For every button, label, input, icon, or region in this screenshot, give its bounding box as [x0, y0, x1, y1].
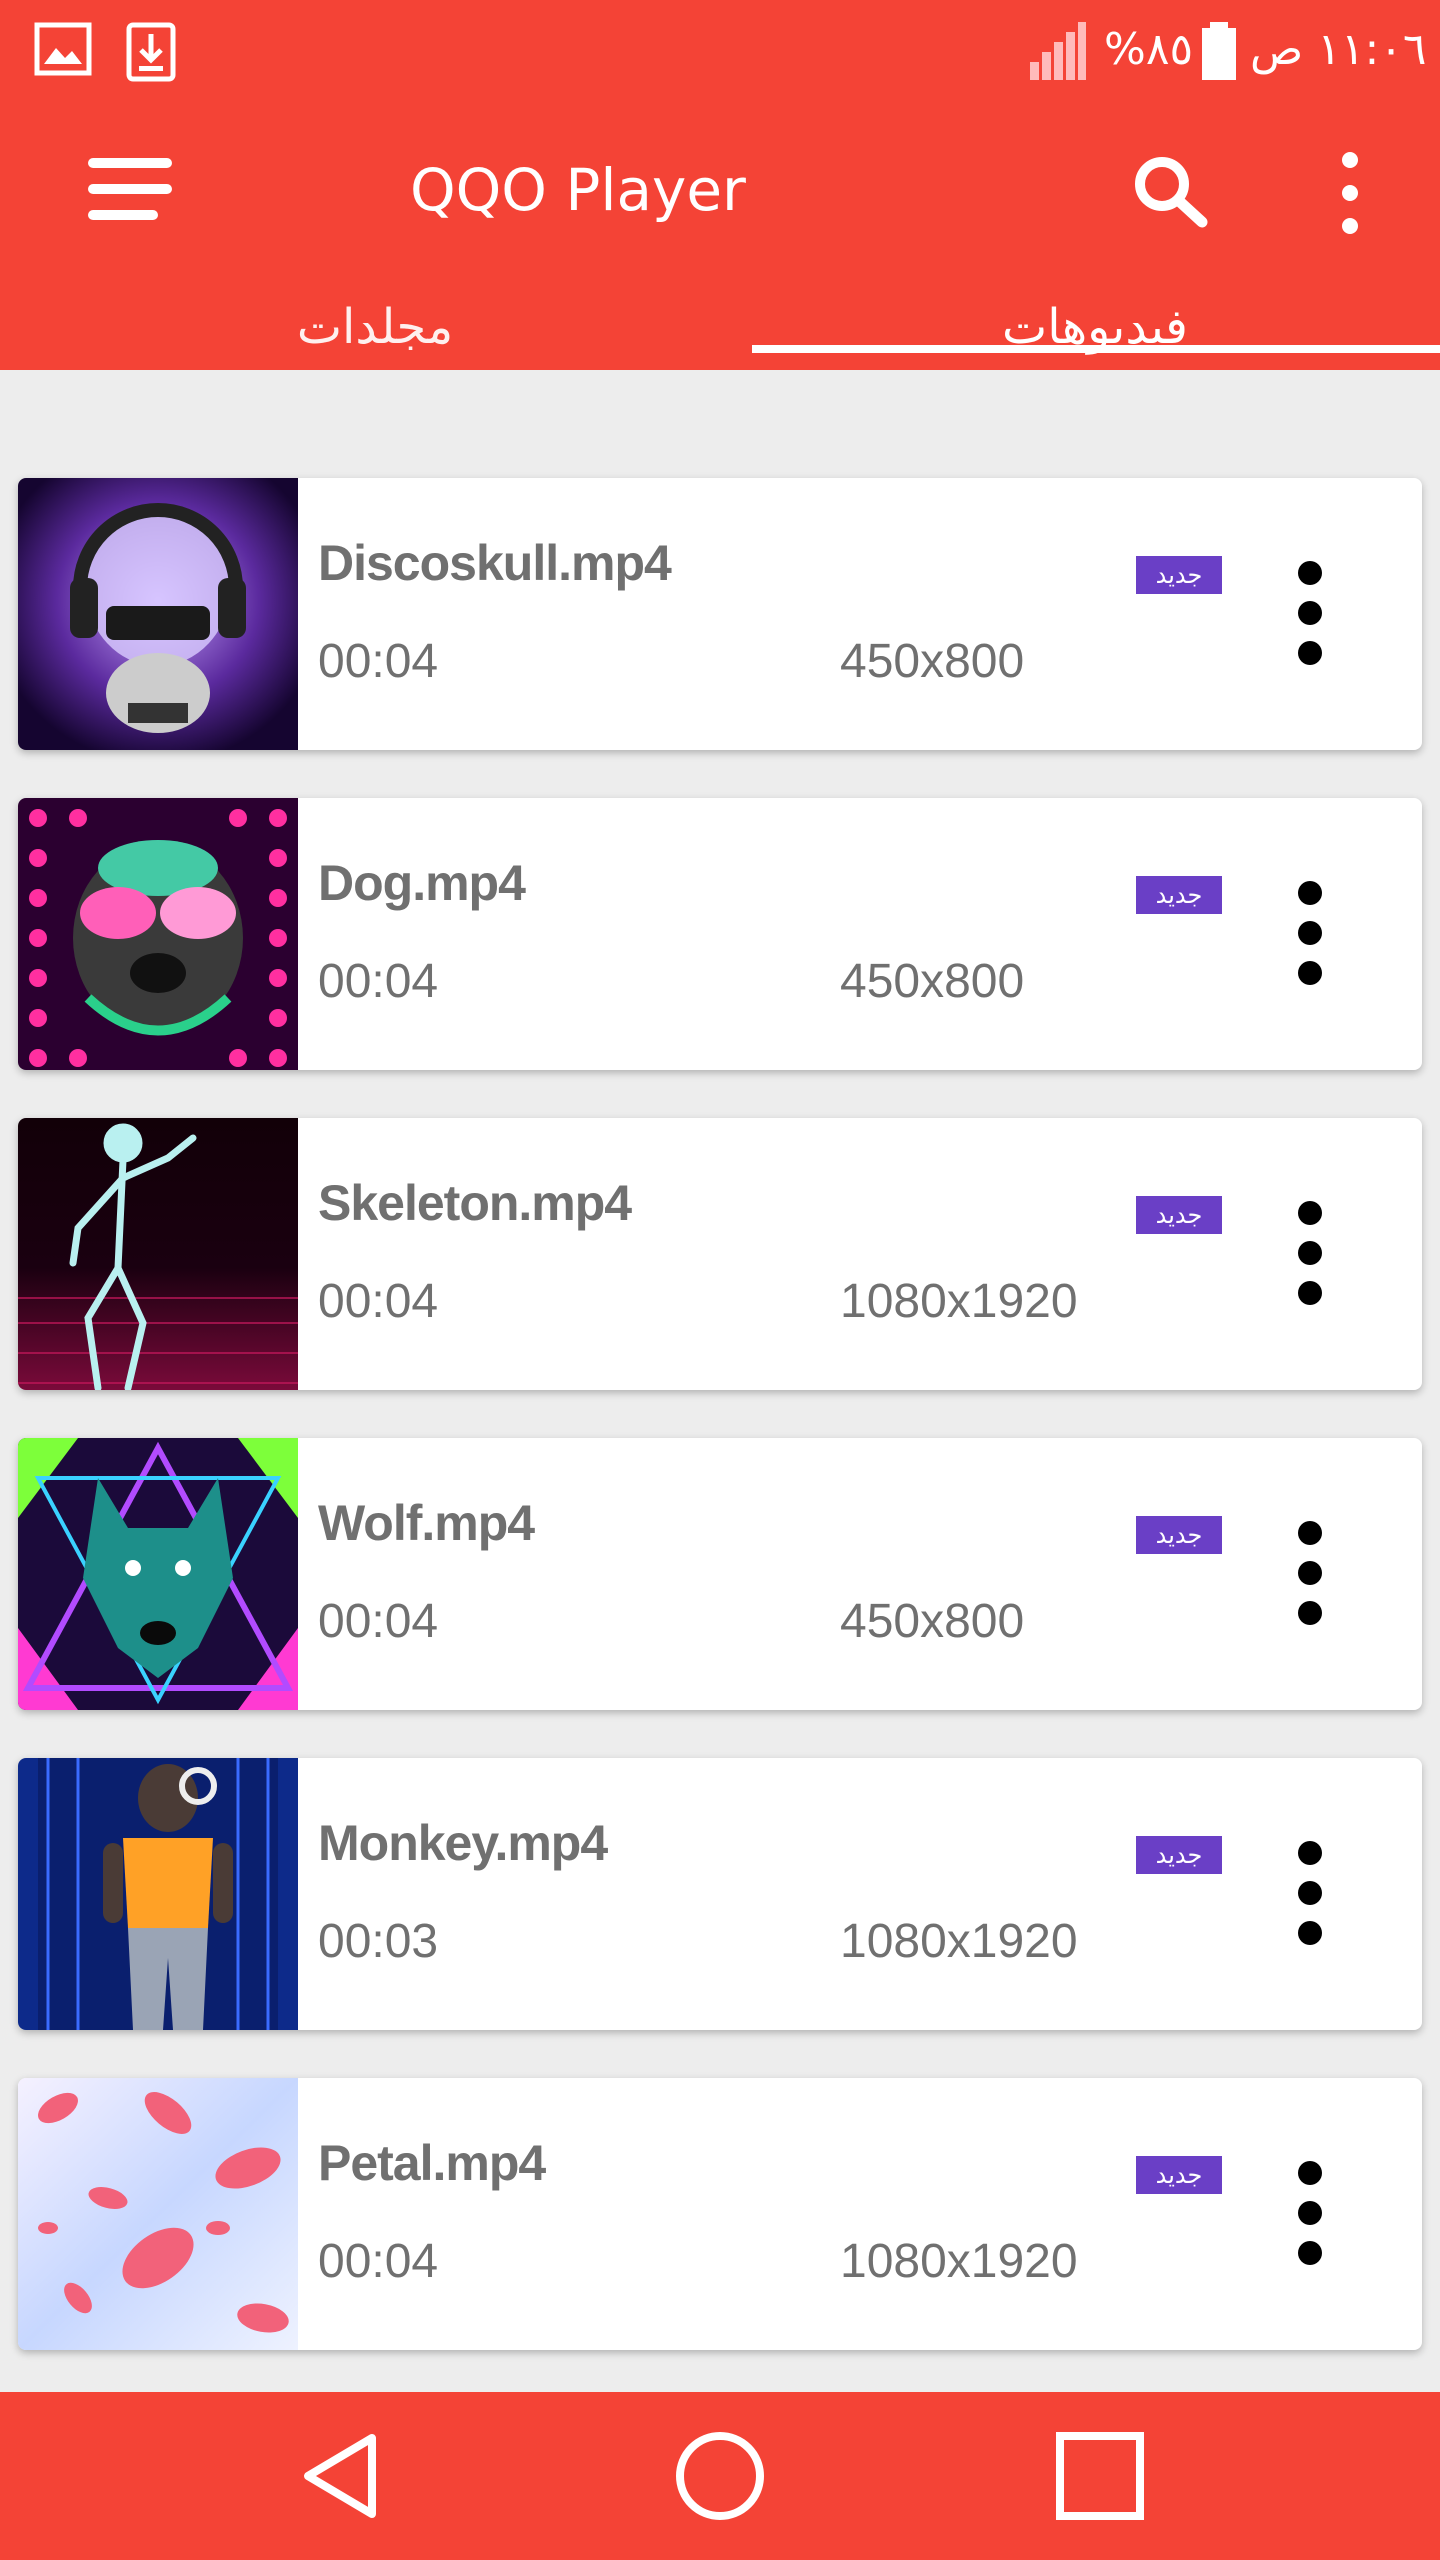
tab-videos[interactable]: فيديوهات — [750, 285, 1440, 370]
video-item[interactable]: Petal.mp4 00:04 1080x1920 جديد — [18, 2078, 1422, 2350]
video-duration: 00:04 — [318, 1275, 439, 1328]
video-item[interactable]: Monkey.mp4 00:03 1080x1920 جديد — [18, 1758, 1422, 2030]
search-icon[interactable] — [1120, 142, 1220, 242]
item-more-icon[interactable] — [1280, 2158, 1340, 2268]
video-item[interactable]: Dog.mp4 00:04 450x800 جديد — [18, 798, 1422, 1070]
video-resolution: 450x800 — [840, 955, 1025, 1008]
video-item[interactable]: Discoskull.mp4 00:04 450x800 جديد — [18, 478, 1422, 750]
video-thumbnail[interactable] — [18, 478, 298, 750]
new-badge: جديد — [1136, 556, 1222, 594]
video-duration: 00:04 — [318, 635, 439, 688]
video-name: Discoskull.mp4 — [318, 535, 672, 591]
item-more-icon[interactable] — [1280, 1838, 1340, 1948]
video-resolution: 450x800 — [840, 635, 1025, 688]
recents-icon[interactable] — [1040, 2416, 1160, 2536]
status-bar: %٨٥ ١١:٠٦ ص — [0, 0, 1440, 100]
app-title: QQO Player — [410, 156, 746, 224]
video-duration: 00:04 — [318, 955, 439, 1008]
new-badge: جديد — [1136, 1836, 1222, 1874]
video-resolution: 1080x1920 — [840, 1915, 1078, 1968]
new-badge: جديد — [1136, 1196, 1222, 1234]
item-more-icon[interactable] — [1280, 1518, 1340, 1628]
signal-icon — [1030, 22, 1086, 80]
video-name: Monkey.mp4 — [318, 1815, 608, 1871]
video-duration: 00:04 — [318, 2235, 439, 2288]
system-nav-bar — [0, 2392, 1440, 2560]
overflow-menu-icon[interactable] — [1310, 148, 1390, 238]
item-more-icon[interactable] — [1280, 878, 1340, 988]
video-thumbnail[interactable] — [18, 1118, 298, 1390]
video-thumbnail[interactable] — [18, 798, 298, 1070]
download-icon — [126, 22, 176, 82]
video-item[interactable]: Skeleton.mp4 00:04 1080x1920 جديد — [18, 1118, 1422, 1390]
app-bar: QQO Player مجلدات فيديوهات — [0, 100, 1440, 370]
video-duration: 00:04 — [318, 1595, 439, 1648]
tab-folders[interactable]: مجلدات — [0, 285, 750, 370]
video-name: Wolf.mp4 — [318, 1495, 535, 1551]
video-item[interactable]: Wolf.mp4 00:04 450x800 جديد — [18, 1438, 1422, 1710]
video-thumbnail[interactable] — [18, 2078, 298, 2350]
video-thumbnail[interactable] — [18, 1758, 298, 2030]
new-badge: جديد — [1136, 876, 1222, 914]
menu-icon[interactable] — [80, 150, 180, 230]
back-icon[interactable] — [280, 2416, 400, 2536]
video-duration: 00:03 — [318, 1915, 439, 1968]
new-badge: جديد — [1136, 1516, 1222, 1554]
video-resolution: 450x800 — [840, 1595, 1025, 1648]
battery-percentage: %٨٥ — [1104, 24, 1194, 75]
item-more-icon[interactable] — [1280, 558, 1340, 668]
video-name: Skeleton.mp4 — [318, 1175, 632, 1231]
home-icon[interactable] — [660, 2416, 780, 2536]
status-time: ١١:٠٦ ص — [1250, 24, 1427, 75]
tab-indicator — [752, 345, 1440, 353]
gallery-icon — [34, 22, 92, 76]
video-name: Petal.mp4 — [318, 2135, 546, 2191]
item-more-icon[interactable] — [1280, 1198, 1340, 1308]
video-resolution: 1080x1920 — [840, 1275, 1078, 1328]
battery-icon — [1202, 22, 1236, 80]
video-resolution: 1080x1920 — [840, 2235, 1078, 2288]
new-badge: جديد — [1136, 2156, 1222, 2194]
video-thumbnail[interactable] — [18, 1438, 298, 1710]
video-name: Dog.mp4 — [318, 855, 526, 911]
